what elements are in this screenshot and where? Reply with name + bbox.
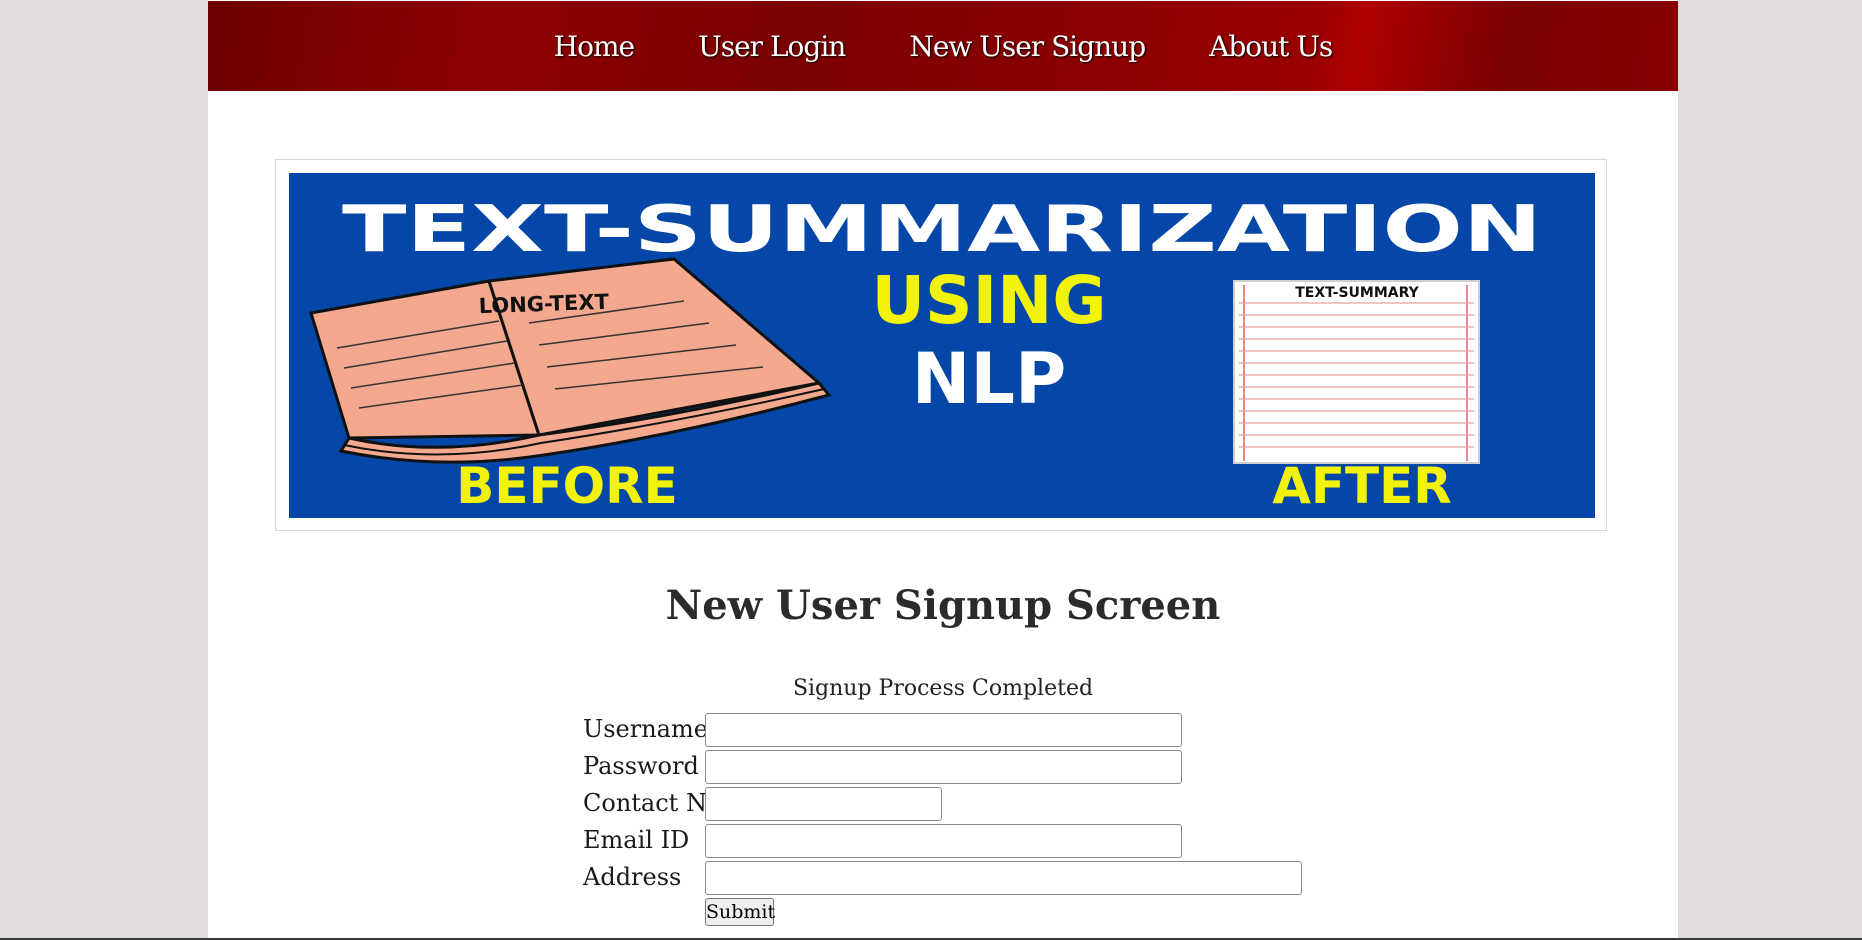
password-input[interactable] — [705, 750, 1182, 784]
banner-using: USING — [871, 262, 1106, 339]
top-navigation-bar: Home User Login New User Signup About Us — [208, 1, 1678, 91]
email-id-input[interactable] — [705, 824, 1182, 858]
banner-graphic: TEXT-SUMMARIZATION LONG-TEXT USING NLP T… — [309, 193, 1542, 515]
nav-new-user-signup-link[interactable]: New User Signup — [909, 30, 1146, 63]
address-input[interactable] — [705, 861, 1302, 895]
banner-after: AFTER — [1272, 457, 1452, 515]
page-title: New User Signup Screen — [665, 582, 1221, 629]
nav-about-us-link[interactable]: About Us — [1209, 30, 1333, 63]
open-book-icon — [309, 257, 832, 464]
banner-before: BEFORE — [456, 457, 678, 515]
page-container: Home User Login New User Signup About Us… — [208, 0, 1678, 940]
status-message: Signup Process Completed — [792, 676, 1094, 701]
banner-summary-label: TEXT-SUMMARY — [1295, 285, 1419, 301]
banner-image: TEXT-SUMMARIZATION LONG-TEXT USING NLP T… — [289, 173, 1595, 518]
address-label: Address — [583, 863, 682, 891]
email-id-label: Email ID — [583, 826, 690, 854]
banner-frame: TEXT-SUMMARIZATION LONG-TEXT USING NLP T… — [275, 159, 1607, 531]
contact-no-input[interactable] — [705, 787, 942, 821]
username-input[interactable] — [705, 713, 1182, 747]
summary-paper-icon — [1233, 280, 1480, 464]
nav-user-login-link[interactable]: User Login — [698, 30, 846, 63]
username-label: Username — [583, 715, 708, 743]
banner-book-label: LONG-TEXT — [478, 290, 610, 319]
contact-no-label: Contact No — [583, 789, 722, 817]
banner-nlp: NLP — [912, 338, 1067, 420]
submit-button[interactable]: Submit — [705, 898, 775, 926]
password-label: Password — [583, 752, 699, 780]
banner-title: TEXT-SUMMARIZATION — [342, 193, 1542, 267]
nav-home-link[interactable]: Home — [554, 30, 635, 63]
nav-menu: Home User Login New User Signup About Us — [208, 1, 1678, 91]
